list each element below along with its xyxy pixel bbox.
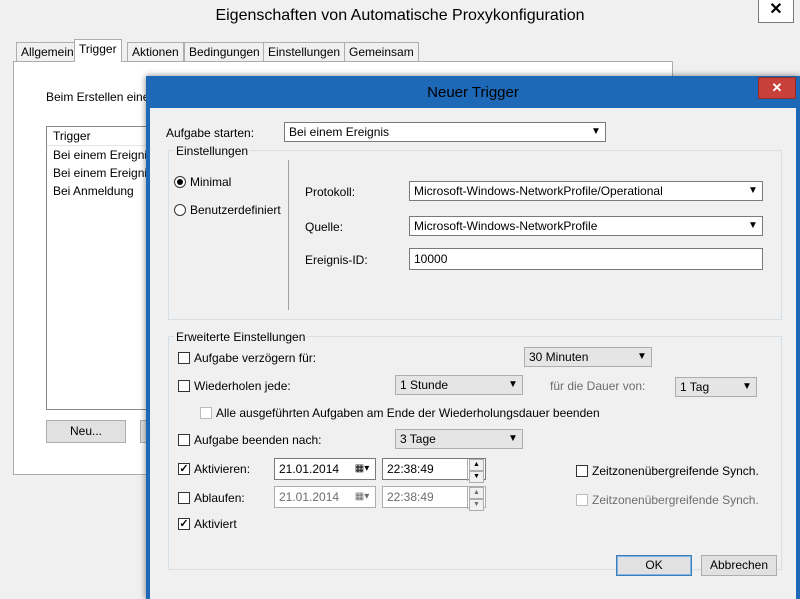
duration-label: für die Dauer von: (550, 379, 646, 393)
expire-checkbox[interactable] (178, 492, 190, 504)
source-value: Microsoft-Windows-NetworkProfile (414, 219, 598, 233)
stop-after-label: Aufgabe beenden nach: (194, 433, 322, 447)
activate-time: 22:38:49 (387, 462, 434, 476)
log-value: Microsoft-Windows-NetworkProfile/Operati… (414, 184, 663, 198)
settings-group-title: Einstellungen (174, 144, 251, 158)
activate-time-input[interactable]: 22:38:49 ▲ ▼ (382, 458, 486, 483)
repeat-label: Wiederholen jede: (194, 379, 291, 393)
activate-checkbox[interactable]: ✓ (178, 463, 190, 475)
expire-sync-label: Zeitzonenübergreifende Synch. (592, 493, 759, 507)
calendar-icon[interactable]: ▦▾ (351, 489, 373, 505)
chevron-down-icon: ▼ (591, 126, 601, 137)
activate-sync-checkbox[interactable] (576, 465, 588, 477)
delay-label: Aufgabe verzögern für: (194, 351, 317, 365)
close-icon[interactable]: ✕ (758, 77, 796, 99)
ok-button[interactable]: OK (616, 555, 692, 576)
radio-minimal[interactable] (174, 176, 186, 188)
close-icon[interactable]: ✕ (758, 0, 794, 23)
chevron-down-icon: ▼ (748, 220, 758, 231)
advanced-group-title: Erweiterte Einstellungen (174, 330, 308, 344)
trigger-description: Beim Erstellen einer (46, 90, 154, 104)
chevron-down-icon: ▼ (748, 185, 758, 196)
log-select[interactable]: Microsoft-Windows-NetworkProfile/Operati… (409, 181, 763, 201)
tab-settings[interactable]: Einstellungen (263, 42, 346, 61)
repeat-checkbox[interactable] (178, 380, 190, 392)
source-select[interactable]: Microsoft-Windows-NetworkProfile ▼ (409, 216, 763, 236)
chevron-down-icon: ▼ (508, 433, 518, 444)
start-task-label: Aufgabe starten: (166, 126, 255, 140)
activate-date: 21.01.2014 (279, 462, 340, 476)
radio-minimal-label: Minimal (190, 175, 232, 189)
advanced-group (168, 336, 782, 570)
time-spinner[interactable]: ▲ ▼ (467, 459, 484, 483)
dialog-body: Aufgabe starten: Bei einem Ereignis ▼ Ei… (150, 108, 796, 599)
expire-sync-checkbox[interactable] (576, 494, 588, 506)
expire-time-input[interactable]: 22:38:49 ▲ ▼ (382, 486, 486, 511)
expire-date: 21.01.2014 (279, 490, 340, 504)
log-label: Protokoll: (305, 185, 356, 199)
stop-after-checkbox[interactable] (178, 434, 190, 446)
chevron-down-icon: ▼ (508, 379, 518, 390)
duration-select[interactable]: 1 Tag ▼ (675, 377, 757, 397)
delay-checkbox[interactable] (178, 352, 190, 364)
enabled-label: Aktiviert (194, 517, 237, 531)
event-id-label: Ereignis-ID: (305, 253, 368, 267)
calendar-icon[interactable]: ▦▾ (351, 461, 373, 477)
activate-sync-label: Zeitzonenübergreifende Synch. (592, 464, 759, 478)
repeat-select[interactable]: 1 Stunde ▼ (395, 375, 523, 395)
duration-value: 1 Tag (680, 380, 710, 394)
expire-date-picker[interactable]: 21.01.2014 ▦▾ (274, 486, 376, 508)
source-label: Quelle: (305, 220, 344, 234)
expire-label: Ablaufen: (194, 491, 245, 505)
new-trigger-button[interactable]: Neu... (46, 420, 126, 443)
spin-up-icon[interactable]: ▲ (469, 487, 484, 499)
start-task-select[interactable]: Bei einem Ereignis ▼ (284, 122, 606, 142)
activate-label: Aktivieren: (194, 462, 251, 476)
enabled-checkbox[interactable]: ✓ (178, 518, 190, 530)
dialog-title: Neuer Trigger (427, 84, 519, 101)
stop-all-checkbox[interactable] (200, 407, 212, 419)
event-id-input[interactable]: 10000 (409, 248, 763, 270)
tab-shared[interactable]: Gemeinsam (344, 42, 419, 61)
expire-time: 22:38:49 (387, 490, 434, 504)
tab-actions[interactable]: Aktionen (127, 42, 184, 61)
delay-value: 30 Minuten (529, 350, 589, 364)
tab-triggers[interactable]: Trigger (74, 39, 122, 62)
spin-down-icon[interactable]: ▼ (469, 471, 484, 483)
activate-date-picker[interactable]: 21.01.2014 ▦▾ (274, 458, 376, 480)
new-trigger-dialog: Neuer Trigger ✕ Aufgabe starten: Bei ein… (146, 76, 800, 599)
stop-after-value: 3 Tage (400, 432, 436, 446)
tab-conditions[interactable]: Bedingungen (184, 42, 265, 61)
tab-general[interactable]: Allgemein (16, 42, 79, 61)
chevron-down-icon: ▼ (742, 381, 752, 392)
delay-select[interactable]: 30 Minuten ▼ (524, 347, 652, 367)
stop-all-label: Alle ausgeführten Aufgaben am Ende der W… (216, 406, 600, 420)
window-title: Eigenschaften von Automatische Proxykonf… (215, 7, 585, 24)
chevron-down-icon: ▼ (637, 351, 647, 362)
spin-down-icon[interactable]: ▼ (469, 499, 484, 511)
cancel-button[interactable]: Abbrechen (701, 555, 777, 576)
radio-custom-label: Benutzerdefiniert (190, 203, 281, 217)
divider (288, 160, 289, 310)
time-spinner[interactable]: ▲ ▼ (467, 487, 484, 511)
spin-up-icon[interactable]: ▲ (469, 459, 484, 471)
repeat-value: 1 Stunde (400, 378, 449, 392)
start-task-value: Bei einem Ereignis (289, 125, 390, 139)
stop-after-select[interactable]: 3 Tage ▼ (395, 429, 523, 449)
radio-custom[interactable] (174, 204, 186, 216)
